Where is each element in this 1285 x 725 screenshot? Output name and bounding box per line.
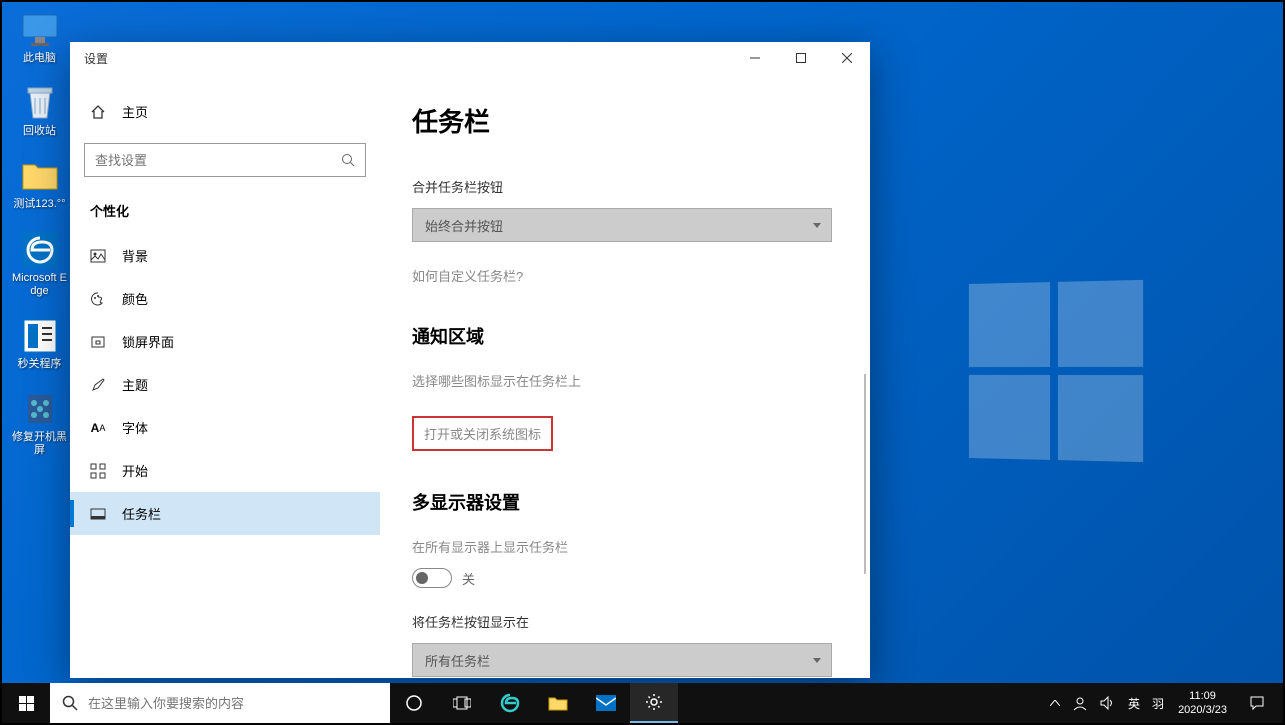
desktop-icon-pc[interactable]: 此电脑 [12, 10, 67, 65]
home-icon [90, 104, 106, 120]
multi-show-label: 将任务栏按钮显示在 [412, 612, 830, 631]
notification-heading: 通知区域 [412, 323, 830, 349]
nav-item-palette[interactable]: 颜色 [70, 277, 380, 320]
desktop: 此电脑回收站测试123.°° Microsoft Edge 秒关程序修复开机黑屏 设… [2, 2, 1283, 723]
nav-item-lock[interactable]: 锁屏界面 [70, 320, 380, 363]
nav-label: 颜色 [122, 289, 148, 308]
explorer-icon[interactable] [534, 683, 582, 723]
image-icon [90, 248, 106, 264]
brush-icon [90, 377, 106, 393]
system-tray: 英 羽 11:09 2020/3/23 [1044, 683, 1283, 723]
app-icon [20, 316, 60, 356]
edge-icon [20, 230, 60, 270]
nav-label: 主题 [122, 375, 148, 394]
nav-label: 字体 [122, 418, 148, 437]
palette-icon [90, 291, 106, 307]
desktop-icon-label: 修复开机黑屏 [12, 431, 67, 457]
minimize-button[interactable] [732, 42, 778, 74]
taskbar-search-input[interactable] [88, 696, 378, 711]
fix-icon [20, 389, 60, 429]
folder-icon [20, 156, 60, 196]
multimonitor-heading: 多显示器设置 [412, 489, 830, 515]
nav-label: 背景 [122, 246, 148, 265]
taskbar: 英 羽 11:09 2020/3/23 [2, 683, 1283, 723]
date: 2020/3/23 [1178, 703, 1227, 717]
ime-lang[interactable]: 英 [1122, 683, 1146, 723]
mail-icon[interactable] [582, 683, 630, 723]
tray-chevron-icon[interactable] [1044, 683, 1066, 723]
page-heading: 任务栏 [412, 102, 830, 139]
ime-mode[interactable]: 羽 [1146, 683, 1170, 723]
settings-icon[interactable] [630, 683, 678, 723]
nav-item-grid[interactable]: 开始 [70, 449, 380, 492]
home-label: 主页 [122, 102, 148, 121]
desktop-icons: 此电脑回收站测试123.°° Microsoft Edge 秒关程序修复开机黑屏 [12, 10, 67, 458]
start-button[interactable] [2, 683, 50, 723]
bin-icon [20, 83, 60, 123]
desktop-icon-bin[interactable]: 回收站 [12, 83, 67, 138]
clock[interactable]: 11:09 2020/3/23 [1170, 689, 1235, 718]
desktop-icon-app[interactable]: 秒关程序 [12, 316, 67, 371]
multi-toggle-label: 在所有显示器上显示任务栏 [412, 537, 830, 556]
combine-dropdown[interactable]: 始终合并按钮 [412, 208, 832, 242]
nav-label: 任务栏 [122, 504, 161, 523]
lock-icon [90, 334, 106, 350]
nav-label: 锁屏界面 [122, 332, 174, 351]
window-title: 设置 [84, 50, 108, 67]
desktop-icon-label: 回收站 [23, 125, 56, 138]
task-view-icon[interactable] [438, 683, 486, 723]
desktop-icon-label: 此电脑 [23, 52, 56, 65]
multi-show-dropdown[interactable]: 所有任务栏 [412, 643, 832, 677]
desktop-icon-folder[interactable]: 测试123.°° [12, 156, 67, 211]
category-label: 个性化 [70, 201, 380, 234]
nav-item-font[interactable]: AA 字体 [70, 406, 380, 449]
content-pane: 任务栏 合并任务栏按钮 始终合并按钮 如何自定义任务栏? 通知区域 选择哪些图标… [380, 74, 870, 678]
action-center-icon[interactable] [1235, 695, 1279, 711]
edge-icon[interactable] [486, 683, 534, 723]
titlebar: 设置 [70, 42, 870, 74]
desktop-icon-fix[interactable]: 修复开机黑屏 [12, 389, 67, 457]
maximize-button[interactable] [778, 42, 824, 74]
people-icon[interactable] [1066, 683, 1094, 723]
desktop-icon-label: 测试123.°° [13, 198, 65, 211]
sidebar: 主页 个性化 背景颜色锁屏界面主题 AA 字体开始任务栏 [70, 74, 380, 678]
multi-toggle-state: 关 [462, 569, 475, 588]
font-icon: AA [90, 420, 106, 436]
combine-label: 合并任务栏按钮 [412, 177, 830, 196]
taskbar-search[interactable] [50, 683, 390, 723]
close-button[interactable] [824, 42, 870, 74]
taskbar-icon [90, 506, 106, 522]
grid-icon [90, 463, 106, 479]
pc-icon [20, 10, 60, 50]
desktop-icon-edge[interactable]: Microsoft Edge [12, 230, 67, 298]
windows-wallpaper-logo [969, 280, 1143, 462]
customize-link[interactable]: 如何自定义任务栏? [412, 266, 523, 285]
nav-item-image[interactable]: 背景 [70, 234, 380, 277]
nav-list: 背景颜色锁屏界面主题 AA 字体开始任务栏 [70, 234, 380, 535]
search-icon [341, 153, 355, 167]
select-icons-link[interactable]: 选择哪些图标显示在任务栏上 [412, 371, 581, 390]
time: 11:09 [1189, 689, 1216, 703]
scrollbar[interactable] [864, 374, 866, 574]
desktop-icon-label: 秒关程序 [18, 358, 62, 371]
cortana-icon[interactable] [390, 683, 438, 723]
nav-label: 开始 [122, 461, 148, 480]
search-input[interactable] [95, 153, 341, 168]
multi-toggle[interactable] [412, 568, 452, 588]
system-icons-link[interactable]: 打开或关闭系统图标 [412, 416, 553, 451]
home-link[interactable]: 主页 [70, 94, 380, 129]
desktop-icon-label: Microsoft Edge [12, 272, 67, 298]
search-settings[interactable] [84, 143, 366, 177]
nav-item-taskbar[interactable]: 任务栏 [70, 492, 380, 535]
search-icon [62, 695, 78, 711]
volume-icon[interactable] [1094, 683, 1122, 723]
settings-window: 设置 主页 个性化 背景颜色锁屏界面主题AA字体开始任务栏 [70, 42, 870, 678]
nav-item-brush[interactable]: 主题 [70, 363, 380, 406]
